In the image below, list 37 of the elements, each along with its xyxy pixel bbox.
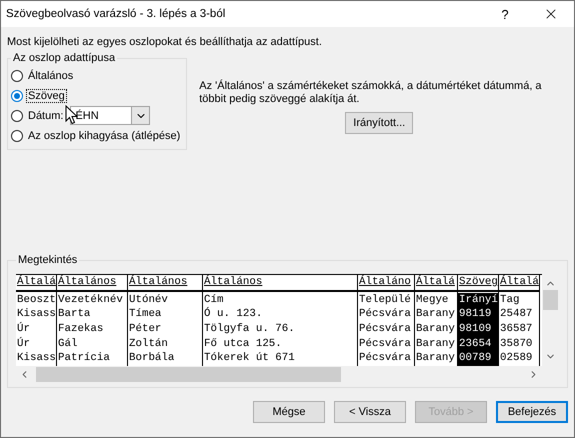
column-header[interactable]: Általá bbox=[16, 275, 56, 292]
column-header[interactable]: Általáno bbox=[358, 275, 414, 292]
radio-button[interactable] bbox=[11, 90, 23, 102]
wizard-button[interactable]: Befejezés bbox=[496, 401, 568, 423]
date-format-dropdown[interactable]: ÉHN bbox=[70, 106, 150, 125]
table-cell: 00789 bbox=[458, 351, 498, 366]
option-label[interactable]: Az oszlop kihagyása (átlépése) bbox=[26, 128, 182, 142]
advanced-button[interactable]: Irányított... bbox=[345, 112, 414, 134]
option-label[interactable]: Szöveg bbox=[26, 88, 67, 102]
table-cell: 98119 bbox=[458, 307, 498, 322]
column-header[interactable]: Általános bbox=[203, 275, 357, 292]
table-cell: Irányí bbox=[458, 292, 498, 308]
table-cell: 23654 bbox=[458, 336, 498, 352]
window-title: Szövegbeolvasó varázsló - 3. lépés a 3-ból bbox=[6, 8, 226, 20]
option-label[interactable]: Dátum: bbox=[26, 108, 66, 122]
column-header[interactable]: Általá bbox=[499, 275, 539, 292]
description-text: Az 'Általános' a számértékeket számokká, a dátumértéket dátummá, a többit pedig szöveggé alakítja át. bbox=[199, 80, 543, 106]
column-header[interactable]: Általános bbox=[57, 275, 127, 292]
column-header[interactable]: Általá bbox=[415, 275, 457, 292]
table-cell: 98109 bbox=[458, 322, 498, 337]
column-header[interactable]: Általános bbox=[128, 275, 202, 292]
group-legend: Megtekintés bbox=[16, 254, 80, 266]
radio-button[interactable] bbox=[11, 130, 23, 142]
preview-table[interactable] bbox=[16, 274, 542, 366]
scroll-thumb[interactable] bbox=[36, 366, 341, 382]
wizard-button[interactable]: < Vissza bbox=[334, 401, 406, 423]
column-header[interactable]: Szöveg bbox=[458, 275, 498, 292]
radio-button[interactable] bbox=[11, 70, 23, 82]
instruction-text: Most kijelölheti az egyes oszlopokat és beállíthatja az adattípust. bbox=[7, 36, 323, 48]
radio-button[interactable] bbox=[11, 110, 23, 122]
table-cell: Barany bbox=[415, 336, 457, 352]
option-label[interactable]: Általános bbox=[26, 68, 76, 82]
help-button[interactable]: ? bbox=[482, 6, 528, 22]
wizard-button[interactable]: Mégse bbox=[253, 401, 325, 423]
mouse-pointer-icon bbox=[65, 105, 78, 125]
group-legend: Az oszlop adattípusa bbox=[11, 52, 118, 64]
scroll-thumb[interactable] bbox=[542, 290, 558, 310]
